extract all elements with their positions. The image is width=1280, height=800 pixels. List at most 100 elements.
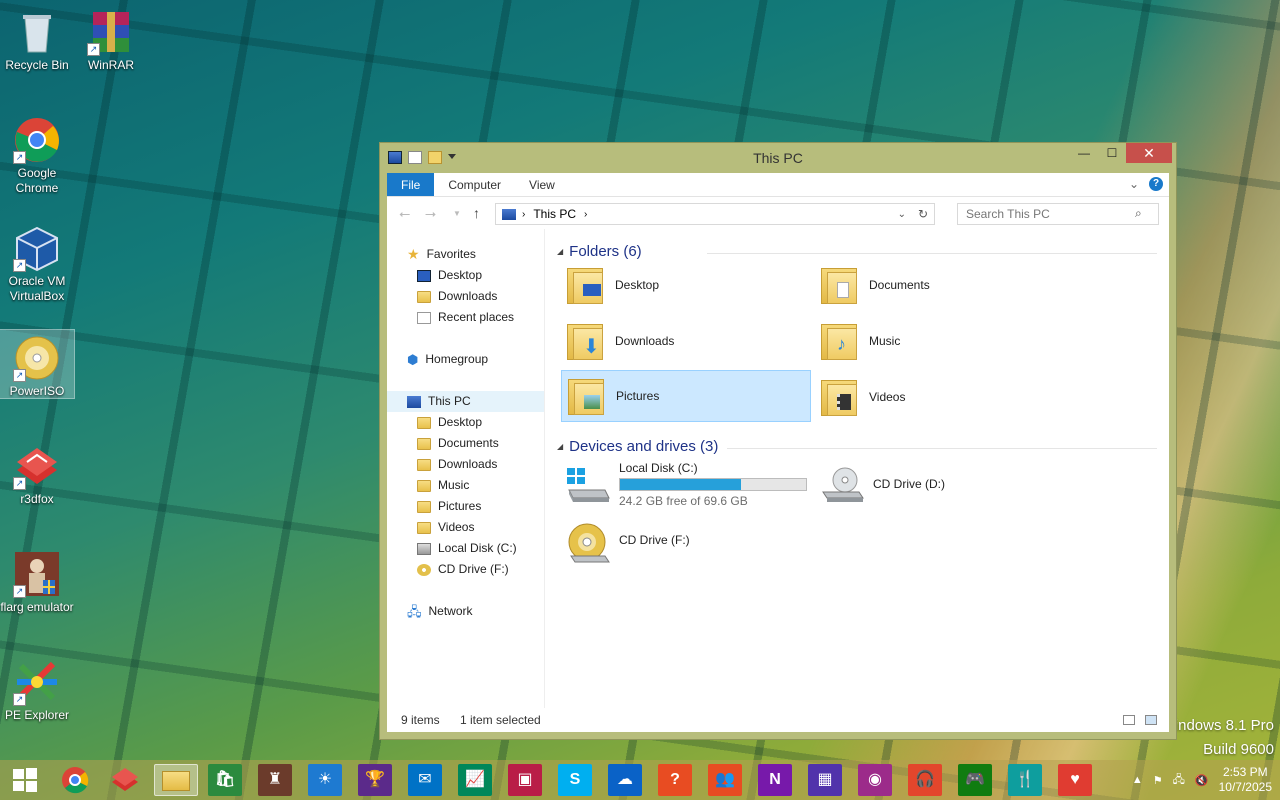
recent-locations-icon[interactable]: ▼ (453, 209, 461, 218)
desktop-icon-label: Oracle VM VirtualBox (8, 274, 66, 303)
taskbar-flarg-emulator[interactable]: ♜ (258, 764, 292, 796)
folder-tile-documents[interactable]: Documents (815, 259, 1065, 311)
refresh-icon[interactable]: ↻ (918, 207, 928, 221)
nav-fav-recent-places[interactable]: Recent places (417, 307, 514, 328)
taskbar-calendar[interactable]: ▦ (808, 764, 842, 796)
details-view-icon[interactable] (1123, 715, 1135, 725)
this-pc-icon (407, 395, 421, 408)
tab-computer[interactable]: Computer (434, 173, 515, 196)
taskbar-camera[interactable]: ◉ (858, 764, 892, 796)
drives-group-header[interactable]: ◢ Devices and drives (3) (557, 438, 718, 455)
desktop-icon-winrar[interactable]: ↗ WinRAR (74, 4, 148, 73)
desktop-icon-pe-explorer[interactable]: ↗ PE Explorer (0, 654, 74, 723)
search-input[interactable]: Search This PC (957, 203, 1159, 225)
forward-icon[interactable]: ⭢ (425, 205, 436, 222)
taskbar-weather[interactable]: ☀ (308, 764, 342, 796)
nav-pc-music[interactable]: Music (417, 475, 469, 496)
nav-network[interactable]: 🖧 Network (407, 601, 473, 622)
taskbar-help-tips[interactable]: ? (658, 764, 692, 796)
taskbar-music[interactable]: 🎧 (908, 764, 942, 796)
tab-view[interactable]: View (515, 173, 569, 196)
shortcut-arrow-icon: ↗ (13, 477, 26, 490)
action-center-flag-icon[interactable]: ⚑ (1153, 774, 1163, 787)
minimize-button[interactable]: — (1070, 143, 1098, 163)
search-icon[interactable]: ⌕ (1135, 206, 1142, 221)
taskbar-sports[interactable]: 🏆 (358, 764, 392, 796)
taskbar-onedrive[interactable]: ☁ (608, 764, 642, 796)
breadcrumb-separator-icon[interactable]: › (522, 209, 525, 220)
drive-tile-local-disk-c[interactable]: Local Disk (C:) 24.2 GB free of 69.6 GB (561, 457, 811, 511)
folders-group-header[interactable]: ◢ Folders (6) (557, 243, 642, 260)
show-hidden-icons-icon[interactable]: ▲ (1132, 774, 1143, 786)
nav-pc-desktop[interactable]: Desktop (417, 412, 482, 433)
collapse-icon[interactable]: ◢ (557, 247, 563, 256)
taskbar-file-explorer[interactable] (154, 764, 198, 796)
taskbar-food[interactable]: 🍴 (1008, 764, 1042, 796)
taskbar-finance[interactable]: 📈 (458, 764, 492, 796)
desktop-icon-google-chrome[interactable]: ↗ Google Chrome (0, 112, 74, 196)
taskbar-games[interactable]: 🎮 (958, 764, 992, 796)
poweriso-icon: ↗ (13, 334, 61, 382)
tab-file[interactable]: File (387, 173, 435, 196)
taskbar-mail[interactable]: ✉ (408, 764, 442, 796)
desktop-icon-r3dfox[interactable]: ↗ r3dfox (0, 438, 74, 507)
downloads-folder-icon: ⬇ (565, 318, 607, 364)
breadcrumb-separator-icon[interactable]: › (584, 209, 587, 220)
nav-fav-desktop[interactable]: Desktop (417, 265, 482, 286)
desktop-icon-virtualbox[interactable]: ↗ Oracle VM VirtualBox (0, 220, 74, 304)
breadcrumb-this-pc[interactable]: This PC (533, 207, 576, 221)
collapse-icon[interactable]: ◢ (557, 442, 563, 451)
taskbar-store[interactable]: 🛍 (208, 764, 242, 796)
folder-tile-desktop[interactable]: Desktop (561, 259, 811, 311)
desktop-icon-recycle-bin[interactable]: Recycle Bin (0, 4, 74, 73)
network-tray-icon[interactable]: 🖧 (1173, 771, 1185, 790)
taskbar-onenote[interactable]: N (758, 764, 792, 796)
desktop-icon-poweriso[interactable]: ↗ PowerISO (0, 329, 75, 399)
nav-favorites[interactable]: ★ Favorites (407, 244, 476, 265)
downloads-folder-icon (417, 458, 431, 471)
taskbar-r3dfox[interactable] (108, 764, 142, 796)
taskbar-people[interactable]: 👥 (708, 764, 742, 796)
folder-label: Music (869, 334, 901, 348)
expand-ribbon-icon[interactable]: ⌄ (1129, 177, 1139, 191)
nav-homegroup[interactable]: ⬢ Homegroup (407, 349, 488, 370)
nav-fav-downloads[interactable]: Downloads (417, 286, 497, 307)
volume-muted-icon[interactable]: 🔇 (1195, 774, 1209, 787)
maximize-button[interactable]: ☐ (1098, 143, 1126, 163)
folder-tile-pictures[interactable]: Pictures (561, 370, 811, 422)
nav-pc-videos[interactable]: Videos (417, 517, 474, 538)
nav-pc-pictures[interactable]: Pictures (417, 496, 481, 517)
nav-this-pc[interactable]: This PC (387, 391, 544, 412)
drive-usage-fill (620, 478, 741, 490)
close-button[interactable]: ✕ (1126, 143, 1172, 163)
drive-usage-bar (619, 477, 807, 491)
drive-tile-cd-drive-d[interactable]: CD Drive (D:) (815, 457, 1065, 511)
taskbar-skype[interactable]: S (558, 764, 592, 796)
folder-tile-videos[interactable]: Videos (815, 371, 1065, 423)
shortcut-arrow-icon: ↗ (13, 369, 26, 382)
desktop-icon-label: Google Chrome (15, 166, 59, 195)
folder-tile-downloads[interactable]: ⬇ Downloads (561, 315, 811, 367)
desktop-icon-flarg-emulator[interactable]: ↗ flarg emulator (0, 546, 74, 615)
title-bar[interactable]: This PC — ☐ ✕ (380, 143, 1176, 173)
back-icon[interactable]: ⭠ (399, 205, 410, 222)
nav-pc-documents[interactable]: Documents (417, 433, 499, 454)
taskbar-video[interactable]: ▣ (508, 764, 542, 796)
start-button[interactable] (8, 764, 42, 796)
nav-pc-cd-drive[interactable]: CD Drive (F:) (417, 559, 509, 580)
taskbar-chrome[interactable] (58, 764, 92, 796)
nav-pc-downloads[interactable]: Downloads (417, 454, 497, 475)
nav-label: Local Disk (C:) (438, 541, 517, 555)
desktop-icon-label: Recycle Bin (5, 58, 69, 72)
large-icons-view-icon[interactable] (1145, 715, 1157, 725)
address-dropdown-icon[interactable]: ⌄ (898, 209, 906, 220)
clock[interactable]: 2:53 PM 10/7/2025 (1219, 765, 1272, 795)
help-icon[interactable]: ? (1149, 177, 1163, 191)
nav-pc-local-disk[interactable]: Local Disk (C:) (417, 538, 517, 559)
address-bar[interactable]: › This PC › ⌄ ↻ (495, 203, 935, 225)
taskbar-health[interactable]: ♥ (1058, 764, 1092, 796)
drive-tile-cd-drive-f[interactable]: CD Drive (F:) (561, 513, 811, 567)
folder-tile-music[interactable]: ♪ Music (815, 315, 1065, 367)
nav-label: Desktop (438, 268, 483, 282)
up-icon[interactable]: ↑ (473, 205, 480, 221)
